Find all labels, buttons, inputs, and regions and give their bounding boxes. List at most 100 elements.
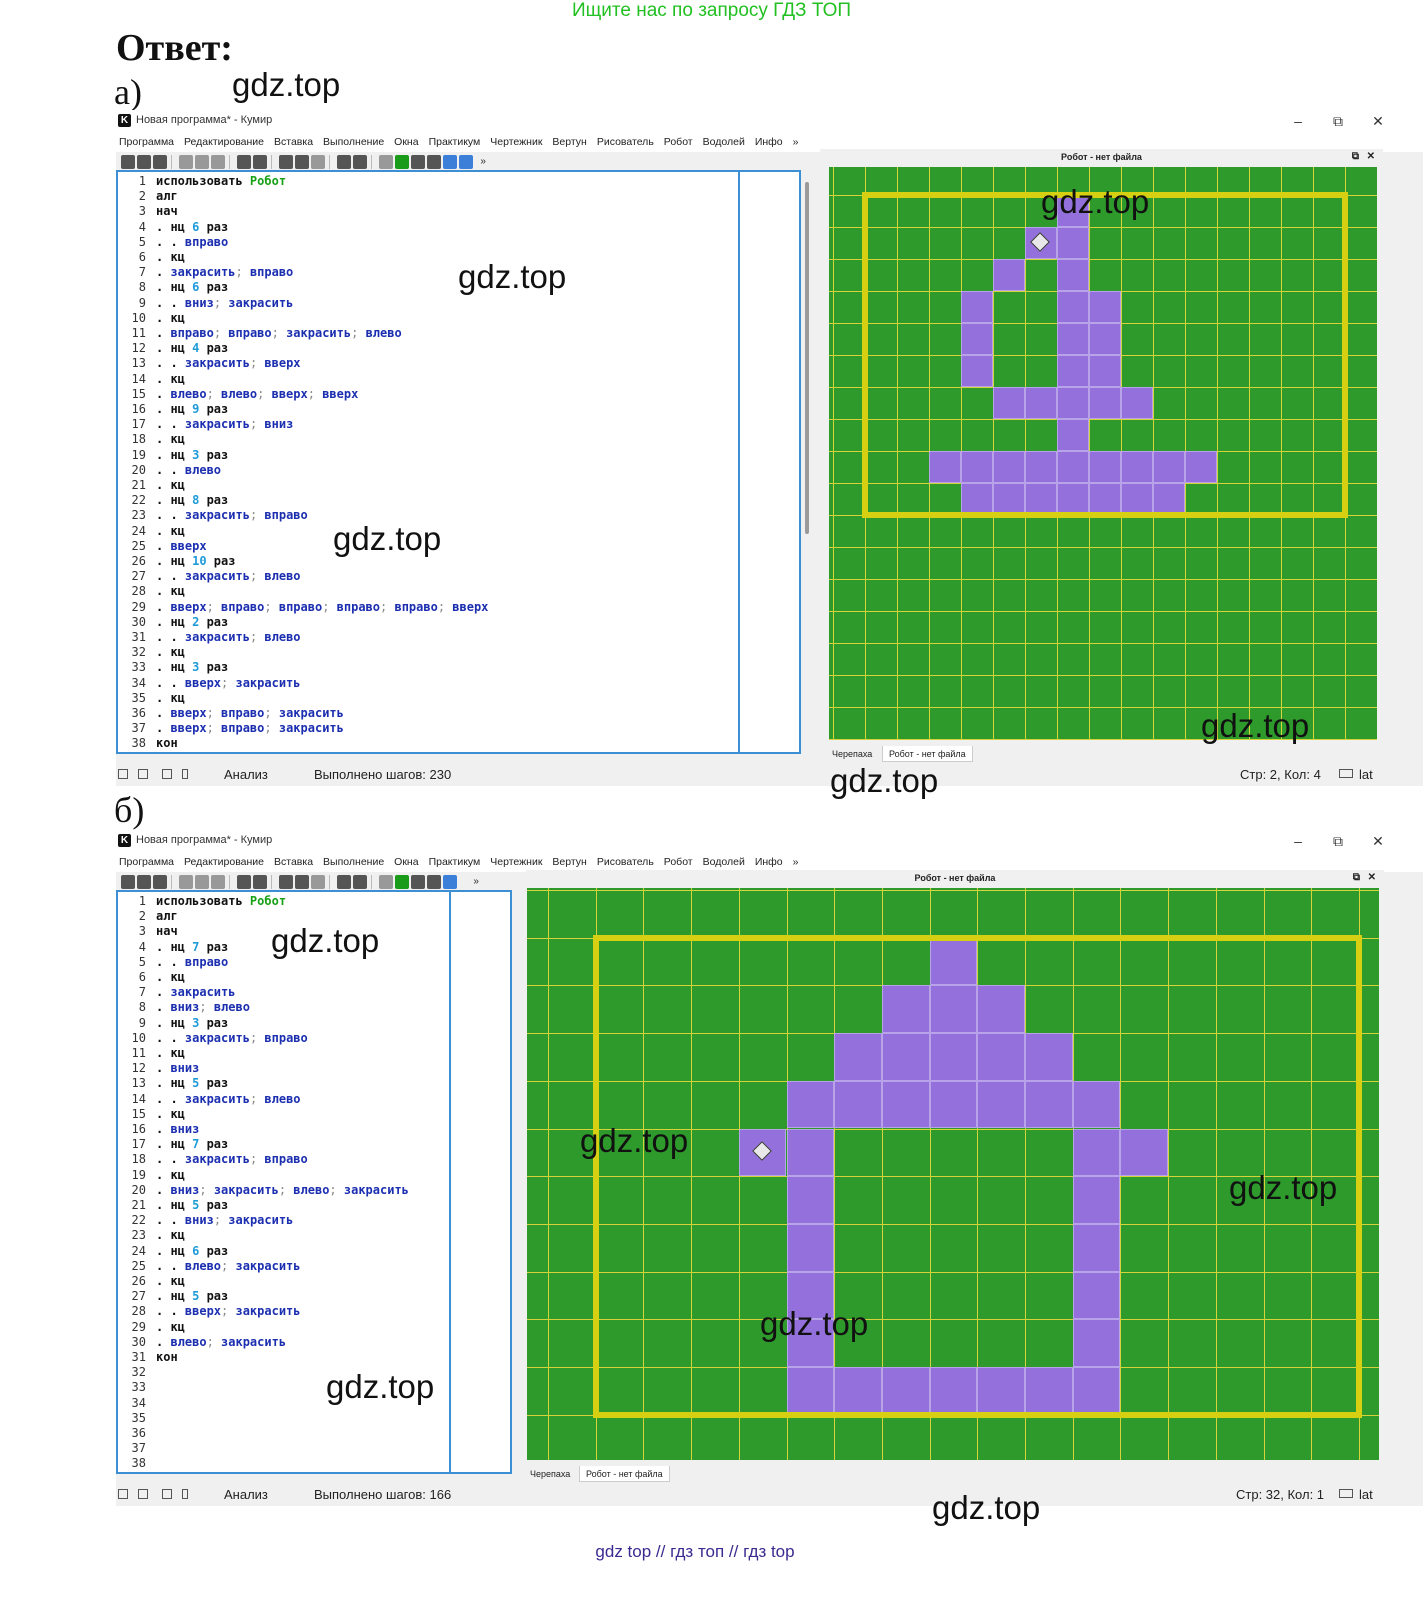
- clear-output-icon[interactable]: [182, 769, 188, 779]
- dock-close-icon[interactable]: ✕: [1367, 149, 1375, 165]
- editor-scrollbar[interactable]: [805, 182, 809, 534]
- code-token: . нц: [156, 1137, 193, 1152]
- undo-icon[interactable]: [237, 875, 252, 889]
- menu-item[interactable]: Редактирование: [184, 856, 264, 868]
- grid-window-icon[interactable]: [411, 875, 426, 889]
- menu-item[interactable]: Инфо: [755, 856, 783, 868]
- dock-close-icon[interactable]: ✕: [1368, 870, 1376, 886]
- menu-item[interactable]: Окна: [394, 136, 418, 148]
- run-step-icon[interactable]: [295, 875, 310, 889]
- open-folder-icon[interactable]: [137, 875, 151, 889]
- run-icon[interactable]: [279, 155, 294, 169]
- code-token: раз: [199, 341, 229, 356]
- menu-item[interactable]: »: [793, 136, 799, 148]
- menu-item[interactable]: Чертежник: [490, 136, 542, 148]
- console-icon[interactable]: [118, 769, 128, 779]
- toolbar-more[interactable]: »: [473, 876, 479, 887]
- menu-item[interactable]: Практикум: [429, 856, 481, 868]
- menu-item[interactable]: Вставка: [274, 856, 313, 868]
- code-token: раз: [199, 219, 229, 234]
- cut-icon[interactable]: [179, 875, 194, 889]
- restore-button[interactable]: ⧉: [1323, 110, 1353, 132]
- step-into-icon[interactable]: [353, 875, 368, 889]
- menu-item[interactable]: Вертун: [552, 856, 586, 868]
- copy-icon[interactable]: [195, 875, 210, 889]
- float-icon[interactable]: ⧉: [1352, 149, 1359, 165]
- toolbar-more[interactable]: »: [480, 156, 486, 167]
- redo-icon[interactable]: [253, 155, 268, 169]
- console-icon[interactable]: [118, 1489, 128, 1499]
- menu-item[interactable]: Программа: [119, 136, 174, 148]
- menu-item[interactable]: Чертежник: [490, 856, 542, 868]
- save-icon[interactable]: [153, 875, 167, 889]
- menu-item[interactable]: Вертун: [552, 136, 586, 148]
- menu-item[interactable]: Рисователь: [597, 136, 654, 148]
- copy-icon[interactable]: [195, 155, 210, 169]
- turtle-window-icon[interactable]: [379, 875, 394, 889]
- menu-item[interactable]: Водолей: [703, 136, 745, 148]
- open-folder-icon[interactable]: [137, 155, 151, 169]
- tab-robot[interactable]: Робот - нет файла: [579, 1466, 670, 1482]
- painter-window-icon[interactable]: [427, 155, 442, 169]
- line-number: 19: [131, 447, 146, 462]
- bottom-links[interactable]: gdz top // гдз топ // гдз top: [0, 1542, 1390, 1562]
- menu-item[interactable]: Водолей: [703, 856, 745, 868]
- restore-button[interactable]: ⧉: [1323, 830, 1353, 852]
- menu-item[interactable]: Редактирование: [184, 136, 264, 148]
- save-icon[interactable]: [153, 155, 167, 169]
- menu-item[interactable]: Инфо: [755, 136, 783, 148]
- search-hint-link[interactable]: Ищите нас по запросу ГДЗ ТОП: [0, 0, 1423, 22]
- tab-turtle[interactable]: Черепаха: [826, 746, 879, 762]
- tab-turtle[interactable]: Черепаха: [524, 1466, 577, 1482]
- clear-output-icon[interactable]: [182, 1489, 188, 1499]
- globe-icon[interactable]: [459, 155, 474, 169]
- run-icon[interactable]: [279, 875, 294, 889]
- new-file-icon[interactable]: [121, 875, 135, 889]
- float-icon[interactable]: ⧉: [1353, 870, 1360, 886]
- menu-item[interactable]: Выполнение: [323, 136, 384, 148]
- step-over-icon[interactable]: [337, 875, 352, 889]
- tab-robot[interactable]: Робот - нет файла: [882, 746, 973, 762]
- robot-window-icon[interactable]: [395, 875, 410, 889]
- menu-item[interactable]: Робот: [664, 136, 693, 148]
- robot-window-icon[interactable]: [395, 155, 410, 169]
- minimize-button[interactable]: –: [1283, 830, 1313, 852]
- code-token: . кц: [156, 1274, 185, 1288]
- robot-field[interactable]: [829, 167, 1377, 740]
- menu-item[interactable]: Рисователь: [597, 856, 654, 868]
- water-window-icon[interactable]: [443, 155, 458, 169]
- step-into-icon[interactable]: [353, 155, 368, 169]
- debug-icon[interactable]: [138, 769, 148, 779]
- step-over-icon[interactable]: [337, 155, 352, 169]
- menu-item[interactable]: »: [793, 856, 799, 868]
- menu-item[interactable]: Робот: [664, 856, 693, 868]
- cut-icon[interactable]: [179, 155, 194, 169]
- debug-icon[interactable]: [138, 1489, 148, 1499]
- code-token: ;: [264, 599, 279, 614]
- grid-window-icon[interactable]: [411, 155, 426, 169]
- menu-item[interactable]: Выполнение: [323, 856, 384, 868]
- turtle-window-icon[interactable]: [379, 155, 394, 169]
- menu-item[interactable]: Вставка: [274, 136, 313, 148]
- menu-item[interactable]: Программа: [119, 856, 174, 868]
- paste-icon[interactable]: [211, 155, 226, 169]
- code-editor[interactable]: 1 2 3 4 5 6 7 8 9 10 11 12 13 14 15 16 17 18 19 20 21 22 23 24 2…: [116, 890, 512, 1474]
- stop-icon[interactable]: [311, 875, 326, 889]
- stop-icon[interactable]: [311, 155, 326, 169]
- redo-icon[interactable]: [253, 875, 268, 889]
- water-window-icon[interactable]: [443, 875, 458, 889]
- menu-item[interactable]: Окна: [394, 856, 418, 868]
- code-token: ;: [221, 1258, 236, 1273]
- copy-output-icon[interactable]: [162, 1489, 172, 1499]
- close-button[interactable]: ✕: [1363, 830, 1393, 852]
- code-line: . нц 6 раз: [156, 1244, 228, 1258]
- close-button[interactable]: ✕: [1363, 110, 1393, 132]
- copy-output-icon[interactable]: [162, 769, 172, 779]
- run-step-icon[interactable]: [295, 155, 310, 169]
- menu-item[interactable]: Практикум: [429, 136, 481, 148]
- paste-icon[interactable]: [211, 875, 226, 889]
- undo-icon[interactable]: [237, 155, 252, 169]
- painter-window-icon[interactable]: [427, 875, 442, 889]
- minimize-button[interactable]: –: [1283, 110, 1313, 132]
- new-file-icon[interactable]: [121, 155, 135, 169]
